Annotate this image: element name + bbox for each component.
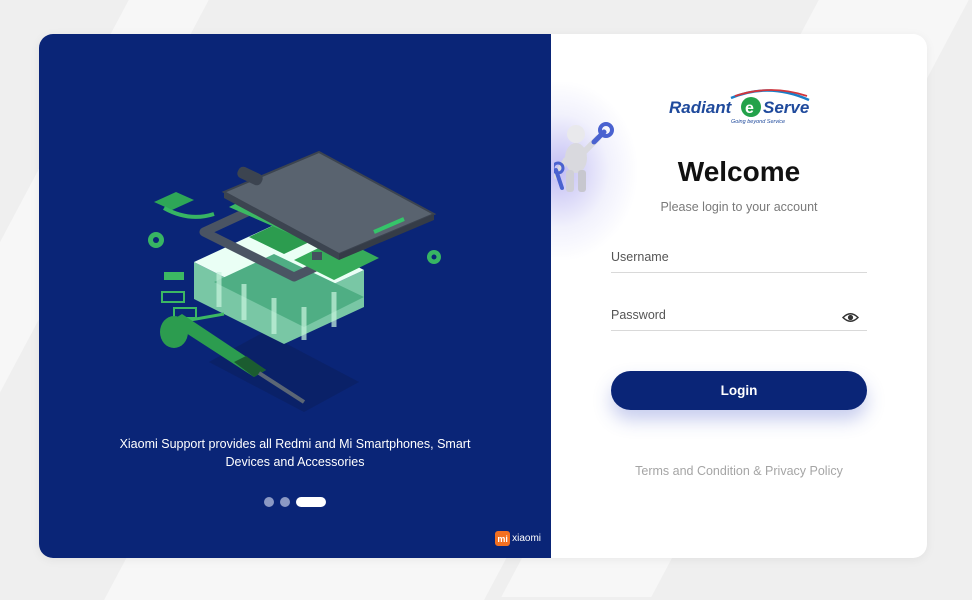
exploded-phone-illustration — [148, 150, 441, 412]
page-subtitle: Please login to your account — [660, 200, 818, 214]
carousel-dot[interactable] — [264, 497, 274, 507]
promo-carousel: Xiaomi Support provides all Redmi and Mi… — [39, 34, 551, 558]
mi-mark: mi — [495, 531, 511, 546]
password-field: Password — [611, 302, 871, 332]
terms-privacy-link[interactable]: Terms and Condition & Privacy Policy — [551, 464, 927, 478]
radiant-eserve-logo: Radiant e Serve Going beyond Service — [669, 89, 810, 125]
brand-tagline: Going beyond Service — [731, 119, 785, 125]
login-card: Xiaomi Support provides all Redmi and Mi… — [39, 34, 927, 558]
eye-icon[interactable] — [842, 312, 859, 323]
carousel-caption: Xiaomi Support provides all Redmi and Mi… — [119, 437, 471, 469]
xiaomi-wordmark: xiaomi — [512, 533, 541, 544]
xiaomi-logo: mi xiaomi — [495, 531, 541, 546]
carousel-dot[interactable] — [280, 497, 290, 507]
carousel-dot-active[interactable] — [296, 497, 326, 507]
brand-name-serve: Serve — [763, 98, 809, 117]
username-input[interactable] — [611, 244, 871, 274]
login-panel: Radiant e Serve Going beyond Service Wel… — [551, 34, 927, 558]
page-title: Welcome — [677, 156, 801, 187]
username-field: Username — [611, 244, 871, 274]
password-input[interactable] — [611, 302, 871, 332]
brand-circle-letter: e — [745, 100, 754, 117]
brand-name-radiant: Radiant — [669, 98, 733, 117]
login-button[interactable]: Login — [611, 371, 867, 410]
